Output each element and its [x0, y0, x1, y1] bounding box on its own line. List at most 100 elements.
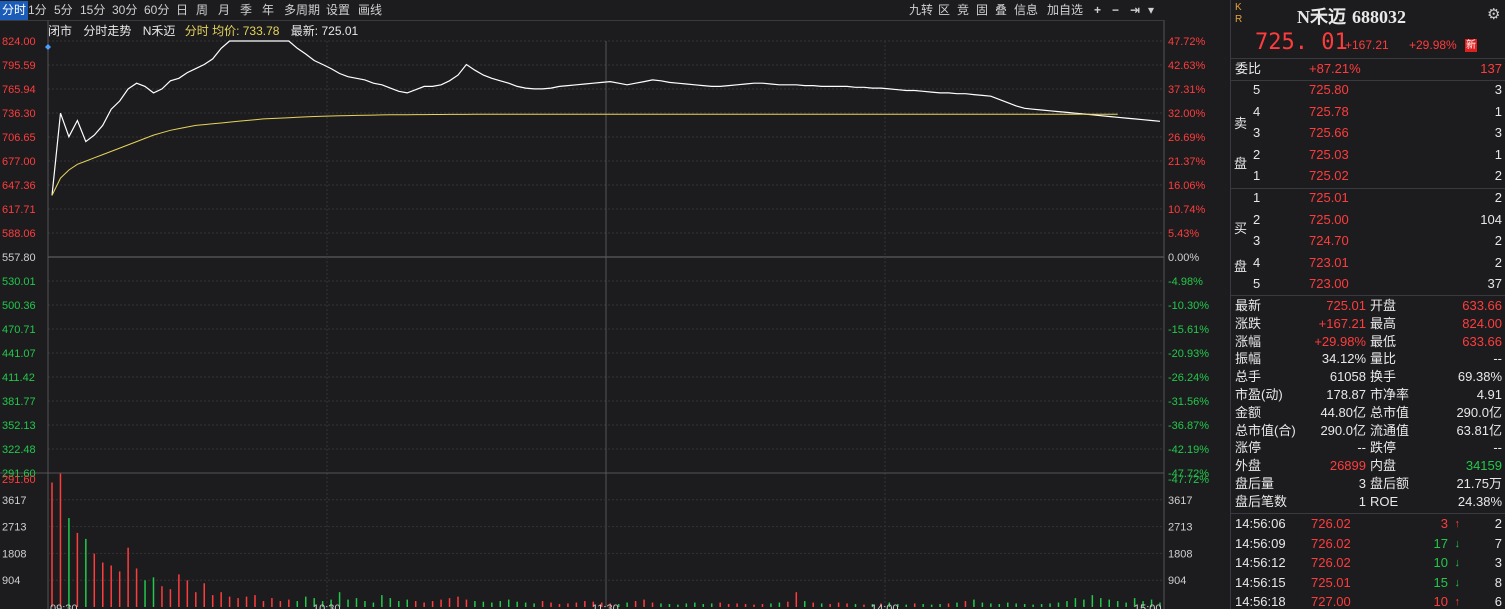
- arrow-down-icon: ↓: [1454, 557, 1461, 569]
- stat-label: 市盈(动): [1235, 387, 1283, 402]
- tick-time: 14:56:15: [1235, 574, 1286, 590]
- kr-badge[interactable]: KR: [1235, 2, 1245, 26]
- tool-right-1[interactable]: 区: [936, 1, 952, 20]
- tool-3[interactable]: 15分: [78, 1, 107, 20]
- chart-info-line: 闭市 分时走势 N禾迈 分时 均价: 733.78 最新: 725.01: [48, 22, 358, 40]
- level-num: 2: [1253, 211, 1261, 227]
- level-price: 725.00: [1309, 211, 1349, 227]
- tool-right-0[interactable]: 九转: [907, 1, 935, 20]
- sell-level-row[interactable]: 4 725.78 1: [1231, 103, 1505, 121]
- level-price: 725.80: [1309, 82, 1349, 97]
- tool-right-2[interactable]: 竞: [955, 1, 971, 20]
- level-num: 3: [1253, 125, 1261, 140]
- stat-row: 金额 44.80亿 总市值 290.0亿: [1231, 404, 1505, 422]
- tool-1[interactable]: 1分: [26, 1, 49, 20]
- divider: [1231, 58, 1505, 59]
- stat-label: 内盘: [1370, 458, 1397, 474]
- level-price: 725.78: [1309, 103, 1349, 119]
- tool-11[interactable]: 多周期: [282, 1, 322, 20]
- stat-label: 量比: [1370, 351, 1397, 367]
- tool-right-4[interactable]: 叠: [993, 1, 1009, 20]
- price-tick-label: 824.00: [2, 36, 36, 48]
- level-num: 5: [1253, 276, 1261, 291]
- stat-label: 最高: [1370, 315, 1397, 331]
- sell-level-row[interactable]: 5 725.80 3: [1231, 81, 1505, 99]
- plus-icon[interactable]: +: [1092, 1, 1103, 20]
- tool-right-6[interactable]: 加自选: [1045, 1, 1085, 20]
- level-num: 1: [1253, 168, 1261, 183]
- stat-value: 44.80亿: [1320, 404, 1366, 420]
- tick-time: 14:56:09: [1235, 535, 1286, 551]
- stat-value: +29.98%: [1314, 333, 1366, 349]
- chart-mode: 分时走势: [83, 24, 132, 38]
- intraday-chart[interactable]: 824.00 795.59 765.94 736.30 706.65 677.00 647.…: [0, 0, 1230, 609]
- time-tick-label: 10:30: [313, 603, 341, 609]
- tick-row: 14:56:06 726.02 3 ↑ 2: [1231, 515, 1505, 533]
- app-window: 824.00 795.59 765.94 736.30 706.65 677.00 647.…: [0, 0, 1505, 609]
- tool-5[interactable]: 60分: [142, 1, 171, 20]
- stat-label: 市净率: [1370, 387, 1410, 402]
- stat-value: 633.66: [1462, 298, 1502, 313]
- stat-label: 流通值: [1370, 422, 1410, 438]
- sell-level-row[interactable]: 2 725.03 1: [1231, 146, 1505, 164]
- price-tick-label: 500.36: [2, 300, 36, 312]
- tool-6[interactable]: 日: [174, 1, 190, 20]
- price-tick-label: 441.07: [2, 348, 36, 360]
- tool-10[interactable]: 年: [260, 1, 276, 20]
- tool-7[interactable]: 周: [194, 1, 210, 20]
- kr-letter: R: [1235, 14, 1243, 25]
- vol-bottom-pct-label: -47.72%: [1168, 474, 1209, 486]
- weibi-row: 委比 +87.21% 137: [1231, 60, 1505, 78]
- buy-level-row[interactable]: 3 724.70 2: [1231, 232, 1505, 250]
- vol-tick-label-right: 2713: [1168, 522, 1192, 534]
- tool-0[interactable]: 分时: [0, 1, 29, 20]
- sell-level-row[interactable]: 3 725.66 3: [1231, 124, 1505, 142]
- stock-code: 688032: [1352, 7, 1406, 27]
- tool-13[interactable]: 画线: [356, 1, 384, 20]
- tool-2[interactable]: 5分: [52, 1, 75, 20]
- tool-12[interactable]: 设置: [324, 1, 352, 20]
- latest-value: 725.01: [321, 24, 359, 38]
- avg-price-label: 分时 均价:: [184, 24, 240, 38]
- stat-value: 61058: [1329, 369, 1366, 385]
- tick-volume: 10: [1433, 555, 1448, 570]
- stat-row: 盘后笔数 1 ROE 24.38%: [1231, 493, 1505, 511]
- buy-level-row[interactable]: 1 725.01 2: [1231, 189, 1505, 207]
- buy-level-row[interactable]: 5 723.00 37: [1231, 275, 1505, 293]
- gear-icon[interactable]: ⚙: [1487, 5, 1500, 23]
- stat-label: 开盘: [1370, 298, 1397, 313]
- stat-value: 290.0亿: [1456, 404, 1502, 420]
- buy-level-row[interactable]: 4 723.01 2: [1231, 254, 1505, 272]
- dropdown-icon[interactable]: ▾: [1146, 1, 1156, 20]
- level-volume: 2: [1494, 190, 1502, 205]
- stat-value: 34159: [1465, 458, 1502, 474]
- weibi-diff: 137: [1480, 61, 1502, 76]
- stat-label: 金额: [1235, 404, 1262, 420]
- stat-value: 1: [1358, 493, 1366, 509]
- tool-right-3[interactable]: 固: [974, 1, 990, 20]
- level-volume: 2: [1494, 168, 1502, 183]
- price-pct: +29.98%: [1409, 38, 1457, 52]
- tick-time: 14:56:06: [1235, 516, 1286, 531]
- tool-right-5[interactable]: 信息: [1012, 1, 1040, 20]
- vol-tick-label-right: 1808: [1168, 548, 1192, 560]
- arrow-up-icon: ↑: [1454, 518, 1461, 530]
- buy-level-row[interactable]: 2 725.00 104: [1231, 211, 1505, 229]
- price-tick-label: 411.42: [2, 372, 35, 384]
- pct-tick-label: 5.43%: [1168, 228, 1199, 240]
- jump-end-icon[interactable]: ⇥: [1128, 1, 1142, 20]
- tool-9[interactable]: 季: [238, 1, 254, 20]
- minus-icon[interactable]: −: [1110, 1, 1121, 20]
- vol-tick-label: 3617: [2, 495, 26, 507]
- kr-letter: K: [1235, 2, 1242, 13]
- stat-label: 盘后量: [1235, 476, 1275, 491]
- tool-8[interactable]: 月: [216, 1, 232, 20]
- stock-name: N禾迈: [1297, 7, 1346, 27]
- pct-tick-label: -26.24%: [1168, 372, 1209, 384]
- grid: [48, 40, 1164, 607]
- tool-4[interactable]: 30分: [110, 1, 139, 20]
- price-tick-label: 765.94: [2, 84, 36, 96]
- sell-level-row[interactable]: 1 725.02 2: [1231, 167, 1505, 185]
- latest-label: 最新:: [290, 24, 319, 38]
- pct-tick-label: 16.06%: [1168, 180, 1206, 192]
